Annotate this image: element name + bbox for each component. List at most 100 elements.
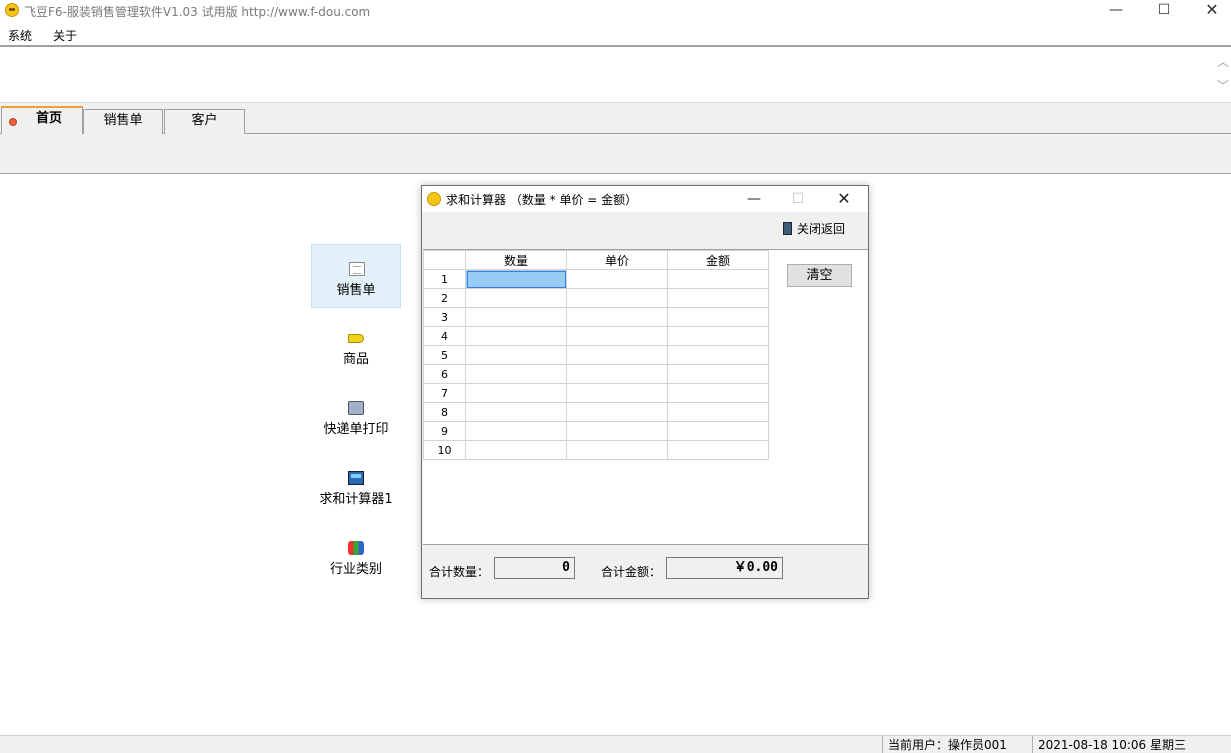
quantity-cell-selected[interactable] [465, 269, 567, 289]
unit-price-cell[interactable] [566, 269, 668, 289]
total-amount-value: ￥0.00 [666, 557, 783, 579]
row-number: 5 [423, 345, 466, 365]
total-quantity-value: 0 [494, 557, 575, 579]
maximize-button[interactable]: ☐ [1141, 0, 1187, 22]
unit-price-cell[interactable] [566, 326, 668, 346]
tab-status-dot-icon [9, 118, 17, 126]
scroll-down-icon[interactable]: ﹀ [1217, 77, 1229, 94]
scroll-up-icon[interactable]: ︿ [1217, 53, 1229, 70]
tab-home[interactable]: 首页 [1, 106, 83, 134]
total-amount-label: 合计金额： [601, 565, 662, 579]
unit-price-cell[interactable] [566, 307, 668, 327]
calculator-icon [348, 471, 364, 485]
close-return-label: 关闭返回 [797, 222, 846, 236]
amount-cell [667, 440, 769, 460]
document-icon [349, 262, 365, 276]
amount-cell [667, 345, 769, 365]
printer-icon [348, 401, 364, 415]
row-number: 1 [423, 269, 466, 289]
tab-sales-order[interactable]: 销售单 [83, 109, 163, 134]
amount-cell [667, 269, 769, 289]
quantity-cell[interactable] [465, 402, 567, 422]
app-logo-icon [5, 3, 19, 17]
amount-cell [667, 383, 769, 403]
quantity-cell[interactable] [465, 288, 567, 308]
table-row: 7 [423, 383, 769, 403]
total-quantity-label: 合计数量： [429, 565, 490, 579]
amount-cell [667, 364, 769, 384]
tab-home-label: 首页 [35, 111, 62, 126]
dialog-logo-icon [427, 192, 441, 206]
table-row: 9 [423, 421, 769, 441]
dialog-titlebar: 求和计算器 （数量 * 单价 = 金额） — ☐ ✕ [422, 186, 868, 212]
window-titlebar: 飞豆F6-服装销售管理软件V1.03 试用版 http://www.f-dou.… [0, 0, 1231, 22]
quantity-cell[interactable] [465, 421, 567, 441]
close-window-button[interactable]: ✕ [1189, 0, 1231, 22]
table-row: 1 [423, 269, 769, 289]
toolbar-scroller[interactable]: ︿ ﹀ [1215, 47, 1231, 102]
unit-price-cell[interactable] [566, 364, 668, 384]
amount-cell [667, 421, 769, 441]
row-number: 7 [423, 383, 466, 403]
clear-button[interactable]: 清空 [787, 264, 852, 287]
dialog-close-button[interactable]: ✕ [824, 188, 864, 210]
menu-item-about[interactable]: 关于 [53, 27, 77, 44]
sum-calculator-dialog: 求和计算器 （数量 * 单价 = 金额） — ☐ ✕ 关闭返回 数量 单价 金额… [421, 185, 869, 599]
menu-bar: 系统 关于 [0, 24, 1231, 44]
dialog-title: 求和计算器 （数量 * 单价 = 金额） [446, 193, 638, 207]
table-row: 5 [423, 345, 769, 365]
row-number: 8 [423, 402, 466, 422]
launcher-industry-category[interactable]: 行业类别 [311, 524, 401, 588]
launcher-label: 快递单打印 [323, 422, 389, 437]
quantity-cell[interactable] [465, 307, 567, 327]
launcher-sum-calculator[interactable]: 求和计算器1 [311, 454, 401, 518]
dialog-minimize-button[interactable]: — [734, 188, 774, 210]
row-number: 9 [423, 421, 466, 441]
unit-price-cell[interactable] [566, 402, 668, 422]
totals-row: 合计数量： 0 合计金额： ￥0.00 [422, 546, 868, 598]
unit-price-cell[interactable] [566, 383, 668, 403]
toolbar-area [0, 47, 1215, 102]
launcher-sales-order[interactable]: 销售单 [311, 244, 401, 308]
launcher-products[interactable]: 商品 [311, 314, 401, 378]
table-row: 6 [423, 364, 769, 384]
unit-price-cell[interactable] [566, 440, 668, 460]
close-return-button[interactable]: 关闭返回 [783, 220, 845, 240]
amount-cell [667, 307, 769, 327]
row-number: 2 [423, 288, 466, 308]
quantity-cell[interactable] [465, 345, 567, 365]
column-header-unit-price[interactable]: 单价 [566, 250, 668, 270]
tab-customer[interactable]: 客户 [164, 109, 245, 134]
quantity-cell[interactable] [465, 383, 567, 403]
tab-sales-order-label: 销售单 [103, 113, 143, 128]
status-current-user: 当前用户：操作员001 [882, 736, 1032, 753]
minimize-button[interactable]: — [1093, 0, 1139, 22]
unit-price-cell[interactable] [566, 288, 668, 308]
status-datetime: 2021-08-18 10:06 星期三 [1032, 736, 1231, 753]
table-row: 8 [423, 402, 769, 422]
row-number: 3 [423, 307, 466, 327]
launcher-label: 求和计算器1 [319, 492, 393, 507]
unit-price-cell[interactable] [566, 345, 668, 365]
quantity-cell[interactable] [465, 364, 567, 384]
table-row: 2 [423, 288, 769, 308]
amount-cell [667, 288, 769, 308]
window-title: 飞豆F6-服装销售管理软件V1.03 试用版 http://www.f-dou.… [24, 5, 371, 19]
blocks-icon [348, 541, 364, 555]
table-row: 10 [423, 440, 769, 460]
exit-door-icon [783, 222, 792, 235]
column-header-amount[interactable]: 金额 [667, 250, 769, 270]
unit-price-cell[interactable] [566, 421, 668, 441]
status-bar: 当前用户：操作员001 2021-08-18 10:06 星期三 [0, 735, 1231, 753]
table-row: 4 [423, 326, 769, 346]
launcher-label: 销售单 [336, 283, 376, 298]
dialog-maximize-button[interactable]: ☐ [778, 188, 818, 210]
launcher-express-print[interactable]: 快递单打印 [311, 384, 401, 448]
row-number: 4 [423, 326, 466, 346]
column-header-quantity[interactable]: 数量 [465, 250, 567, 270]
menu-item-system[interactable]: 系统 [8, 27, 32, 44]
quantity-cell[interactable] [465, 326, 567, 346]
tab-strip: 首页 销售单 客户 [0, 103, 1231, 174]
row-number: 10 [423, 440, 466, 460]
quantity-cell[interactable] [465, 440, 567, 460]
